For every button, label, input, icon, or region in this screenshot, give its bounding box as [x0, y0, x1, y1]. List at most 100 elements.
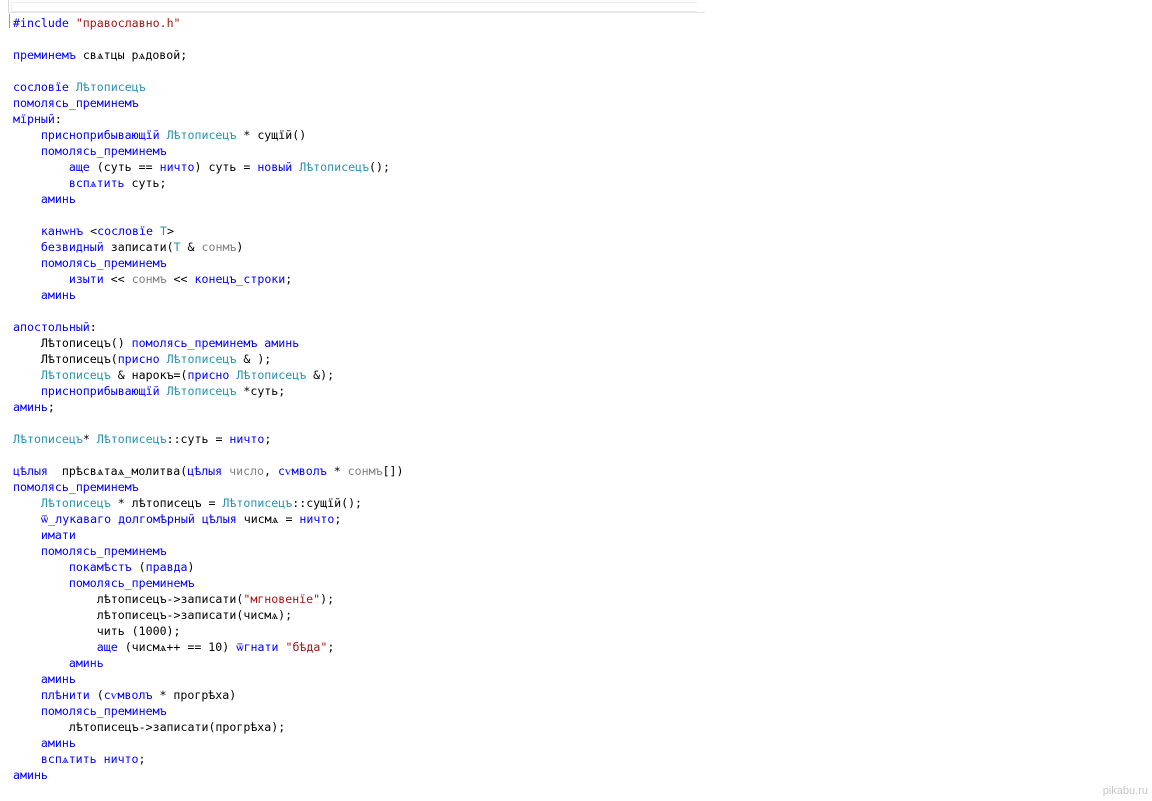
code-token: ();	[369, 160, 390, 174]
code-token: Лѣтописецъ	[75, 80, 146, 94]
code-token: апостольный	[13, 320, 90, 334]
code-token: помолясь_преминемъ	[13, 144, 167, 158]
code-token: Лѣтописецъ	[40, 496, 111, 510]
code-token: (	[96, 688, 104, 702]
code-token: цѣлыя	[13, 464, 55, 478]
code-line: помолясь_преминемъ	[13, 143, 404, 159]
code-token: прѣсвѧтаѧ_молитва(	[54, 464, 188, 478]
code-line: вспѧтить ничто;	[13, 751, 404, 767]
code-line: помолясь_преминемъ	[13, 95, 404, 111]
code-token: сѵмволъ	[103, 688, 153, 702]
code-line: Лѣтописецъ() помолясь_преминемъ аминь	[13, 335, 404, 351]
code-line: аминь;	[13, 399, 404, 415]
code-line: аминь	[13, 735, 404, 751]
code-line: аще (чисмѧ++ == 10) ѿгнати "бѣда";	[13, 639, 404, 655]
code-token: аминь	[13, 672, 76, 686]
code-token: помолясь_преминемъ	[13, 544, 167, 558]
code-token: суть;	[131, 176, 167, 190]
editor-tab-strip-inner	[11, 2, 697, 12]
code-token: Лѣтописецъ	[236, 368, 307, 382]
code-token: <<	[166, 272, 195, 286]
code-token: помолясь_преминемъ	[13, 480, 139, 494]
code-token: ::сущїй();	[292, 496, 363, 510]
watermark: pikabu.ru	[1102, 785, 1148, 797]
code-token: ѿ_лукаваго долгомѣрный цѣлыя	[13, 512, 244, 526]
code-line: помолясь_преминемъ	[13, 255, 404, 271]
code-token: имати	[13, 528, 76, 542]
code-token: аминь	[13, 768, 48, 782]
code-line: канѡнъ <сословїе T>	[13, 223, 404, 239]
code-line: сословїе Лѣтописецъ	[13, 79, 404, 95]
code-token: (суть ==	[96, 160, 160, 174]
code-line: вспѧтить суть;	[13, 175, 404, 191]
code-token: Лѣтописецъ	[166, 384, 237, 398]
code-line: присноприбывающїй Лѣтописецъ * сущїй()	[13, 127, 404, 143]
code-token: * прогрѣха)	[152, 688, 237, 702]
code-token: Лѣтописецъ	[299, 160, 370, 174]
code-token: сословїе	[13, 80, 76, 94]
code-token: ;	[47, 400, 55, 414]
code-line: покамѣстъ (правда)	[13, 559, 404, 575]
code-line: аминь	[13, 655, 404, 671]
code-token: &	[180, 240, 202, 254]
code-token: сословїе	[97, 224, 160, 238]
code-line: преминемъ свѧтцы рѧдовой;	[13, 47, 404, 63]
code-line: Лѣтописецъ * лѣтописецъ = Лѣтописецъ::су…	[13, 495, 404, 511]
code-token: Лѣтописецъ()	[13, 336, 132, 350]
code-token: (чисмѧ++ == 10)	[124, 640, 237, 654]
code-token: цѣлыя	[187, 464, 230, 478]
code-token: покамѣстъ	[13, 560, 139, 574]
code-line: Лѣтописецъ & нарокъ=(присно Лѣтописецъ &…	[13, 367, 404, 383]
code-token: * лѣтописецъ =	[110, 496, 223, 510]
code-token: ;	[285, 272, 293, 286]
code-line: помолясь_преминемъ	[13, 703, 404, 719]
code-token: лѣтописецъ->записати(чисмѧ);	[13, 608, 293, 622]
code-line: изыти << сонмъ << конецъ_строки;	[13, 271, 404, 287]
code-token: ;	[334, 512, 342, 526]
code-token: *	[82, 432, 97, 446]
code-token: (	[138, 560, 146, 574]
code-line: аминь	[13, 287, 404, 303]
code-line: апостольный:	[13, 319, 404, 335]
code-token: чисмѧ =	[243, 512, 300, 526]
code-token: Лѣтописецъ(	[13, 352, 118, 366]
code-token: & );	[236, 352, 272, 366]
code-line: Лѣтописецъ(присно Лѣтописецъ & );	[13, 351, 404, 367]
code-line: чить (1000);	[13, 623, 404, 639]
code-line: лѣтописецъ->записати("мгновенїе");	[13, 591, 404, 607]
code-editor[interactable]: #include "православно.h" преминемъ свѧтц…	[13, 15, 404, 783]
code-token: Лѣтописецъ	[166, 352, 237, 366]
code-token: аминь	[13, 736, 76, 750]
code-token: ) суть =	[194, 160, 258, 174]
editor-tab-strip	[8, 0, 705, 13]
code-token: *суть;	[236, 384, 286, 398]
code-line: помолясь_преминемъ	[13, 575, 404, 591]
code-token: новый	[257, 160, 300, 174]
code-token: #include	[13, 16, 76, 30]
code-token: аминь	[13, 400, 48, 414]
code-line: аминь	[13, 191, 404, 207]
code-token: присноприбывающїй	[13, 128, 167, 142]
code-token: число	[229, 464, 265, 478]
text-caret	[9, 14, 10, 28]
code-line: имати	[13, 527, 404, 543]
code-token: :	[54, 112, 62, 126]
code-token: <<	[110, 272, 132, 286]
code-token: ;	[327, 640, 335, 654]
code-token: ;	[138, 752, 146, 766]
code-line: мїрный:	[13, 111, 404, 127]
code-token: правда	[145, 560, 188, 574]
code-token: ѿгнати	[236, 640, 286, 654]
code-token: ничто	[159, 160, 195, 174]
code-token: [])	[382, 464, 404, 478]
code-line: помолясь_преминемъ	[13, 543, 404, 559]
code-token: ,	[264, 464, 278, 478]
code-token: "мгновенїе"	[243, 592, 321, 606]
code-token: помолясь_преминемъ аминь	[131, 336, 300, 350]
code-token: чить (1000);	[13, 624, 181, 638]
code-token: лѣтописецъ->записати(	[13, 592, 244, 606]
code-line: присноприбывающїй Лѣтописецъ *суть;	[13, 383, 404, 399]
